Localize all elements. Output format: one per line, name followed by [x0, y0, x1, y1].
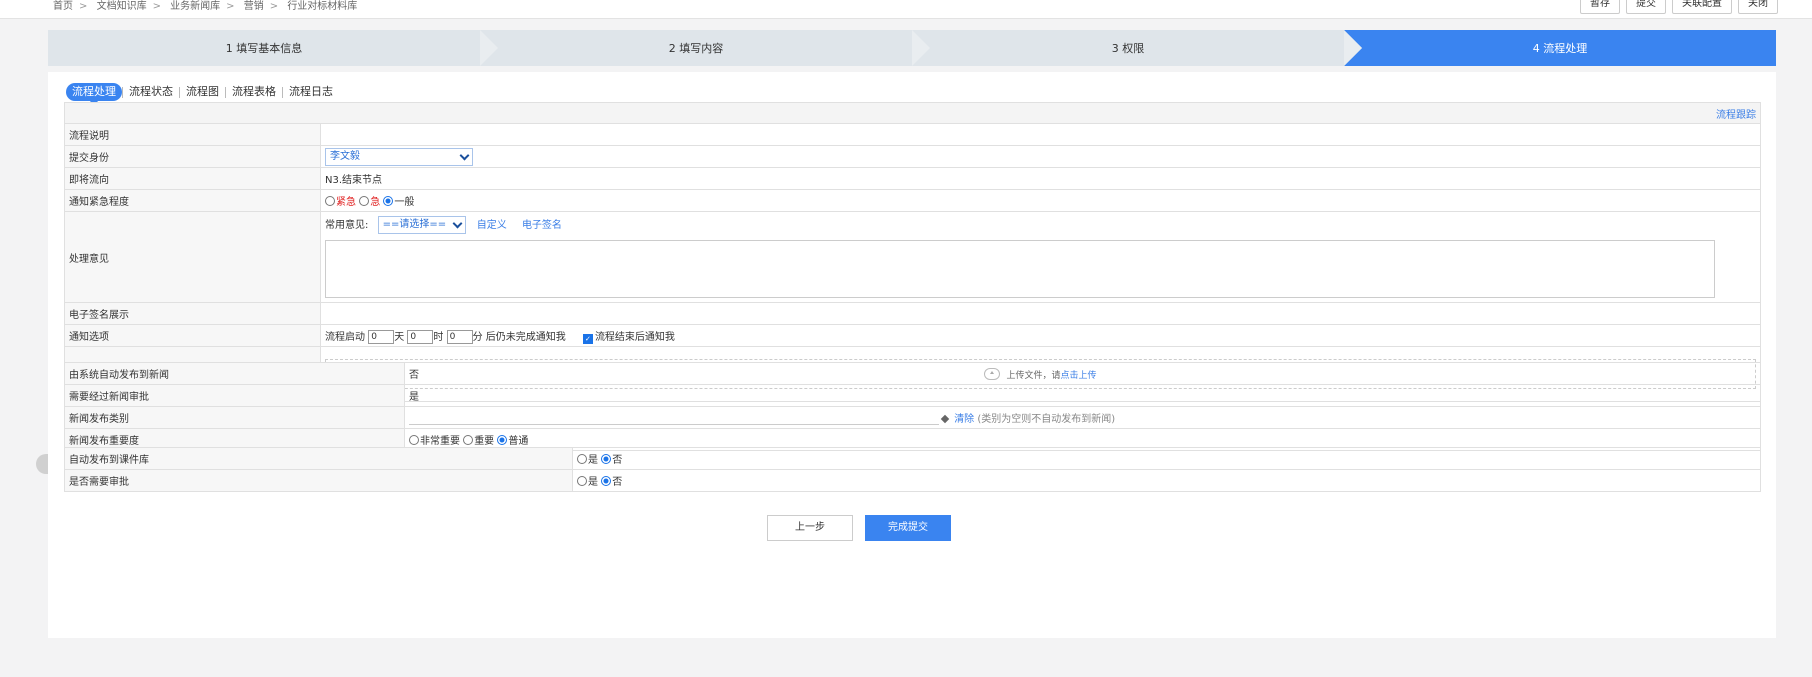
- notify-end-checkbox[interactable]: ✓: [582, 333, 593, 344]
- step-permissions[interactable]: 3 权限: [912, 30, 1362, 66]
- step-basic-info[interactable]: 1 填写基本信息: [48, 30, 498, 66]
- finish-submit-button[interactable]: 完成提交: [865, 515, 951, 541]
- courseware-table: 自动发布到课件库 是 否 是否需要审批 是 否: [64, 447, 1761, 492]
- next-node-value: N3.结束节点: [320, 167, 1761, 190]
- urgency-radio-normal[interactable]: [383, 196, 394, 206]
- breadcrumb: 首页 > 文档知识库 > 业务新闻库 > 营销 > 行业对标材料库: [53, 1, 358, 12]
- submit-top-button[interactable]: 提交: [1626, 0, 1666, 14]
- flow-track-link[interactable]: 流程跟踪: [1716, 110, 1756, 121]
- tab-flow-chart[interactable]: 流程图: [180, 84, 225, 100]
- notify-minutes-input[interactable]: 0: [446, 329, 473, 344]
- opinion-textarea[interactable]: [325, 240, 1715, 298]
- chevron-down-icon: [452, 218, 463, 229]
- close-button[interactable]: 关闭: [1738, 0, 1778, 14]
- prev-step-button[interactable]: 上一步: [767, 515, 853, 541]
- identity-select[interactable]: 李文毅: [325, 147, 473, 166]
- notify-hours-input[interactable]: 0: [407, 329, 434, 344]
- notify-label: 通知选项: [64, 324, 321, 347]
- flow-form-table: 流程跟踪 流程说明 提交身份 李文毅 即将流向 N3.结束节点 通知紧急程度 紧…: [64, 102, 1761, 402]
- chevron-down-icon: [459, 150, 470, 160]
- opinion-label: 处理意见: [64, 211, 321, 303]
- importance-radio-important[interactable]: [463, 435, 474, 445]
- tab-flow-status[interactable]: 流程状态: [123, 84, 179, 100]
- urgency-label: 通知紧急程度: [64, 189, 321, 212]
- news-category-clear-link[interactable]: 清除: [954, 414, 974, 425]
- courseware-review-no-radio[interactable]: [601, 476, 612, 486]
- courseware-review-yes-radio[interactable]: [577, 476, 587, 486]
- link-config-button[interactable]: 关联配置: [1672, 0, 1732, 14]
- step-progress: 1 填写基本信息 2 填写内容 3 权限 4 流程处理: [48, 30, 1776, 66]
- custom-opinion-link[interactable]: 自定义: [477, 220, 507, 231]
- common-opinion-select[interactable]: ==请选择==: [377, 216, 466, 234]
- common-opinion-label: 常用意见:: [325, 220, 369, 231]
- urgency-radio-urgent[interactable]: [359, 196, 370, 206]
- news-auto-label: 由系统自动发布到新闻: [64, 362, 405, 385]
- next-node-label: 即将流向: [64, 167, 321, 190]
- top-bar: 首页 > 文档知识库 > 业务新闻库 > 营销 > 行业对标材料库 暂存 提交 关联配置…: [0, 0, 1812, 19]
- courseware-publish-no-radio[interactable]: [601, 454, 612, 464]
- urgency-radio-critical[interactable]: [325, 196, 335, 206]
- courseware-publish-yes-radio[interactable]: [577, 454, 587, 464]
- tab-flow-log[interactable]: 流程日志: [283, 84, 339, 100]
- news-table: 由系统自动发布到新闻 否 需要经过新闻审批 是 新闻发布类别 清除 (类别为空则…: [64, 362, 1761, 451]
- courseware-publish-label: 自动发布到课件库: [64, 447, 573, 470]
- courseware-review-label: 是否需要审批: [64, 469, 573, 492]
- news-approve-label: 需要经过新闻审批: [64, 384, 405, 407]
- news-auto-value: 否: [404, 362, 1761, 385]
- step-content[interactable]: 2 填写内容: [480, 30, 930, 66]
- news-category-input[interactable]: [409, 414, 939, 425]
- breadcrumb-news-lib[interactable]: 业务新闻库: [170, 1, 220, 12]
- identity-label: 提交身份: [64, 145, 321, 168]
- breadcrumb-current: 行业对标材料库: [287, 1, 358, 12]
- main-panel: 流程处理 流程状态 流程图 流程表格 流程日志 流程跟踪 流程说明 提交身份 李…: [48, 72, 1776, 638]
- breadcrumb-marketing[interactable]: 营销: [244, 1, 264, 12]
- footer-buttons: 上一步 完成提交: [767, 515, 951, 541]
- importance-radio-very[interactable]: [409, 435, 419, 445]
- flow-desc-label: 流程说明: [64, 123, 321, 146]
- breadcrumb-home[interactable]: 首页: [53, 1, 73, 12]
- news-category-label: 新闻发布类别: [64, 406, 405, 429]
- tag-icon[interactable]: [940, 414, 950, 424]
- news-approve-value: 是: [404, 384, 1761, 407]
- news-category-hint: (类别为空则不自动发布到新闻): [977, 414, 1116, 425]
- breadcrumb-docs[interactable]: 文档知识库: [97, 1, 147, 12]
- notify-days-input[interactable]: 0: [368, 329, 395, 344]
- esign-link[interactable]: 电子签名: [522, 220, 562, 231]
- save-draft-button[interactable]: 暂存: [1580, 0, 1620, 14]
- step-flow-process[interactable]: 4 流程处理: [1344, 30, 1776, 66]
- tab-flow-process[interactable]: 流程处理: [66, 83, 122, 106]
- esign-display-label: 电子签名展示: [64, 302, 321, 325]
- tab-flow-table[interactable]: 流程表格: [226, 84, 282, 100]
- importance-radio-normal[interactable]: [497, 435, 508, 445]
- flow-tabs: 流程处理 流程状态 流程图 流程表格 流程日志: [66, 83, 339, 106]
